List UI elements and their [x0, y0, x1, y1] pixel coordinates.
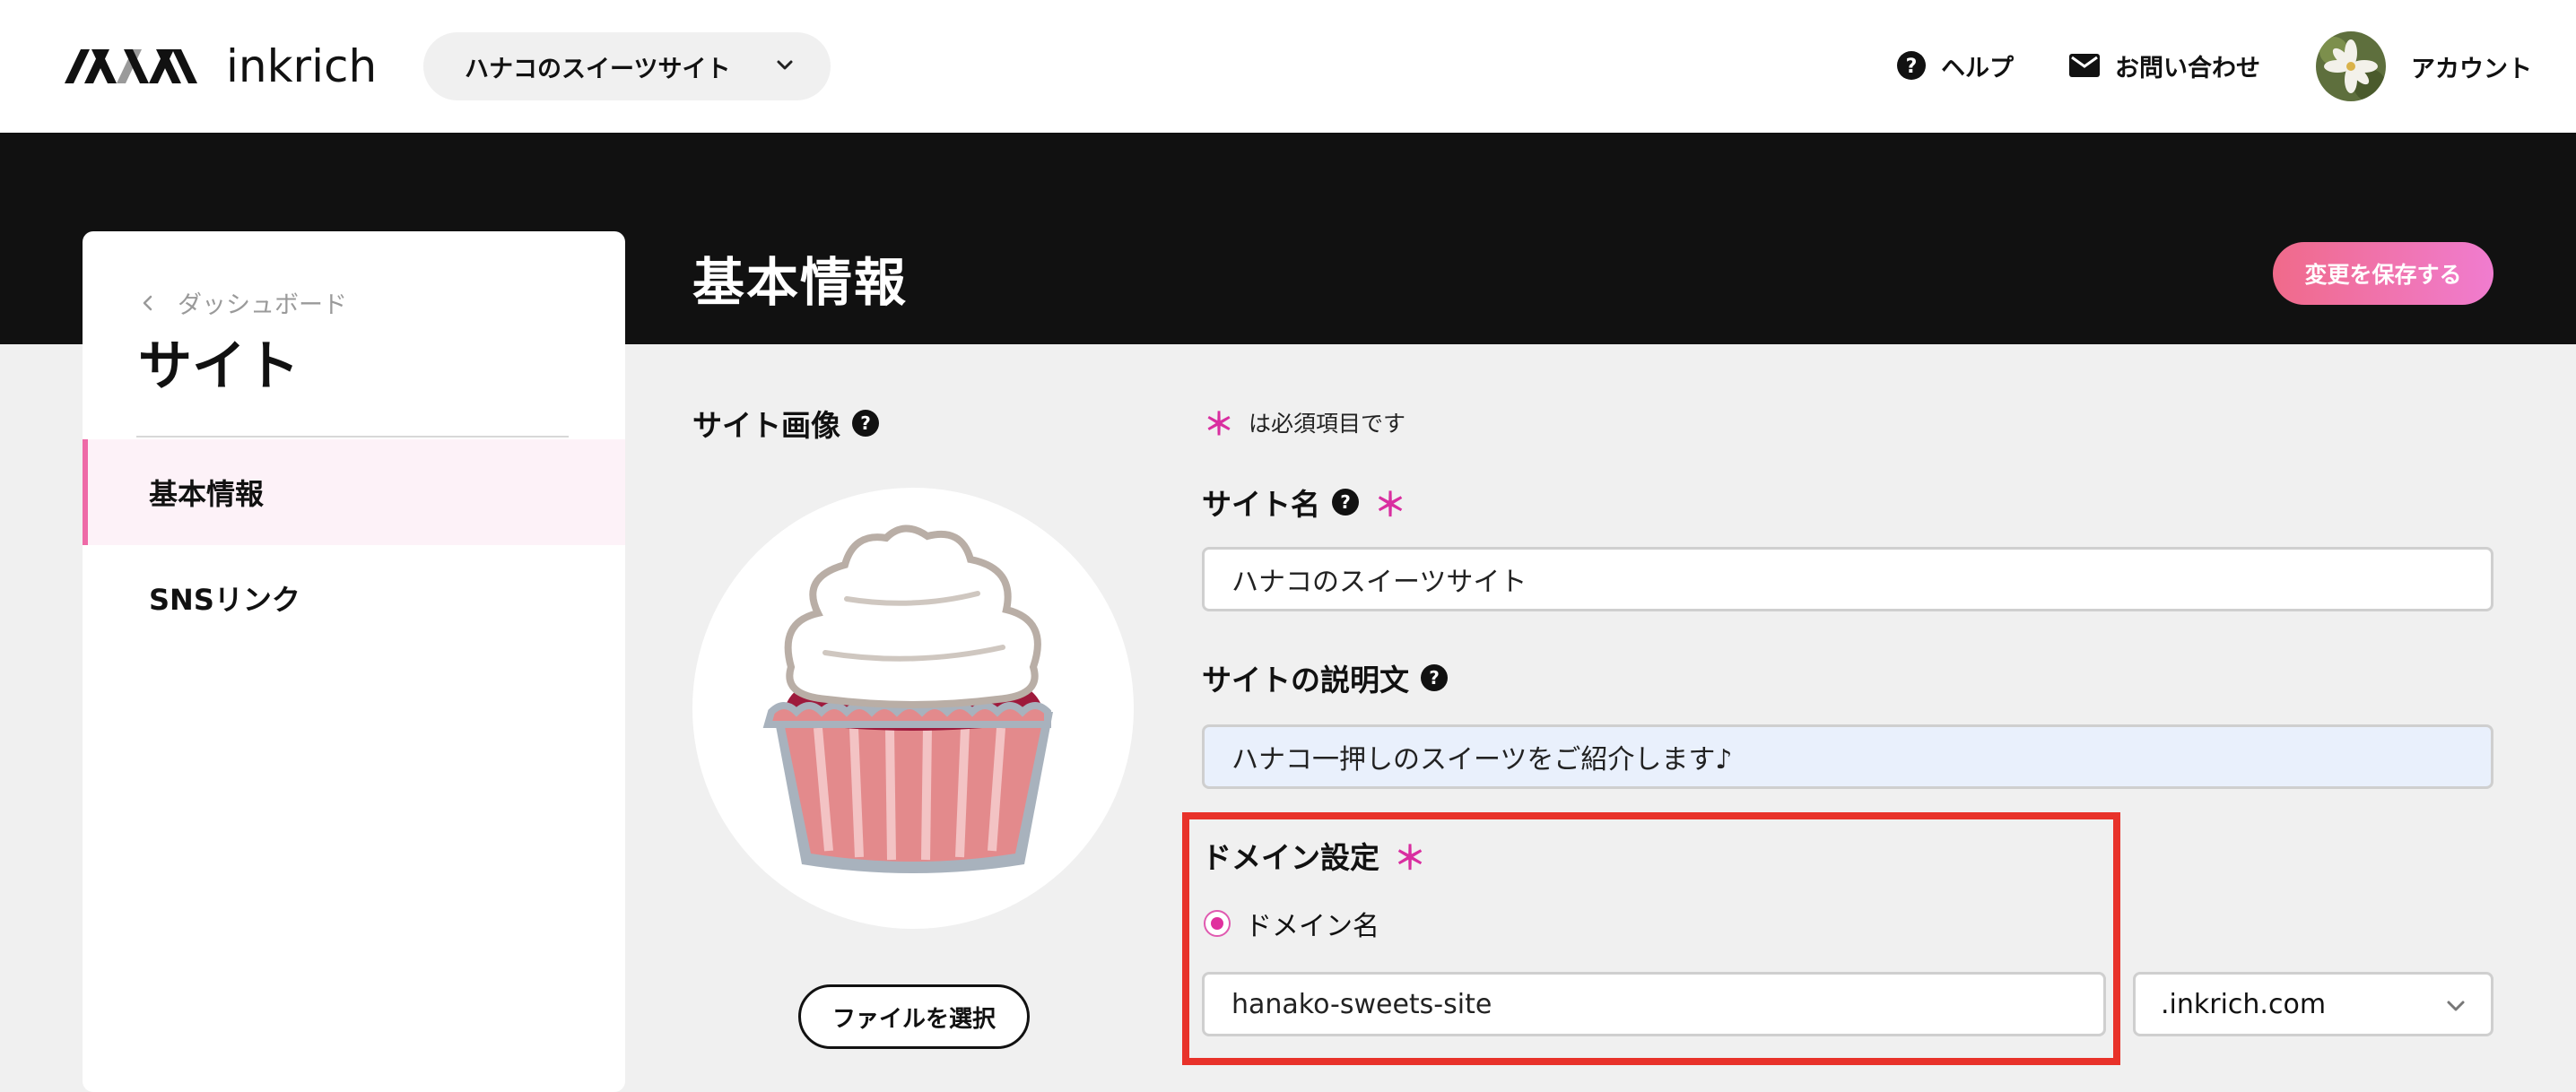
required-note: ＊ は必須項目です — [1204, 400, 1405, 444]
question-icon[interactable]: ? — [1420, 663, 1449, 692]
question-icon[interactable]: ? — [1331, 488, 1360, 516]
chevron-down-icon — [777, 60, 793, 70]
site-image-label: サイト画像 ? — [692, 402, 880, 445]
site-description-label: サイトの説明文 ? — [1202, 656, 1449, 699]
account-label: アカウント — [2411, 55, 2532, 83]
sidebar-divider — [136, 436, 569, 438]
brand-logo[interactable]: inkrich — [65, 40, 378, 92]
help-label: ヘルプ — [1941, 54, 2014, 82]
site-selector[interactable]: ハナコのスイーツサイト — [423, 32, 831, 100]
required-note-text: は必須項目です — [1249, 410, 1406, 437]
svg-text:?: ? — [1429, 667, 1440, 689]
logo-mark-icon — [65, 49, 197, 83]
svg-text:?: ? — [1906, 56, 1918, 78]
site-description-label-text: サイトの説明文 — [1202, 663, 1409, 698]
top-navigation: inkrich ハナコのスイーツサイト ? ヘルプ お問い合わせ アカウント — [0, 0, 2576, 133]
site-name-label-text: サイト名 — [1202, 487, 1320, 522]
sidebar-title: サイト — [138, 335, 300, 398]
domain-suffix-value: .inkrich.com — [2161, 988, 2327, 1020]
contact-link[interactable]: お問い合わせ — [2068, 45, 2260, 86]
breadcrumb[interactable]: ダッシュボード — [138, 285, 347, 320]
save-button[interactable]: 変更を保存する — [2273, 242, 2493, 305]
sidebar-item-sns-links[interactable]: SNSリンク — [83, 545, 625, 651]
page-title: 基本情報 — [692, 252, 909, 313]
domain-highlight-box — [1182, 812, 2120, 1065]
svg-text:?: ? — [1340, 491, 1351, 513]
required-mark: ＊ — [1374, 487, 1407, 524]
site-name-label: サイト名 ? ＊ — [1202, 479, 1406, 525]
site-selector-label: ハナコのスイーツサイト — [465, 55, 731, 83]
site-description-value: ハナコ一押しのスイーツをご紹介します♪ — [1231, 744, 1733, 776]
site-name-value: ハナコのスイーツサイト — [1231, 567, 1527, 598]
choose-file-button[interactable]: ファイルを選択 — [798, 984, 1030, 1049]
brand-name: inkrich — [226, 40, 378, 92]
svg-text:?: ? — [860, 412, 871, 434]
cupcake-image — [762, 524, 1053, 873]
question-icon[interactable]: ? — [851, 409, 880, 438]
help-link[interactable]: ? ヘルプ — [1896, 45, 2014, 86]
site-description-input[interactable]: ハナコ一押しのスイーツをご紹介します♪ — [1202, 724, 2493, 789]
account-menu[interactable]: アカウント — [2316, 30, 2532, 102]
mail-icon — [2069, 54, 2100, 77]
sidebar-item-label: 基本情報 — [149, 477, 265, 511]
chevron-down-icon — [2447, 1001, 2465, 1011]
sidebar-item-basic-info[interactable]: 基本情報 — [83, 439, 625, 545]
breadcrumb-label: ダッシュボード — [178, 291, 347, 319]
help-icon: ? — [1897, 51, 1926, 80]
required-mark: ＊ — [1204, 407, 1234, 443]
site-image-preview — [692, 488, 1134, 929]
contact-label: お問い合わせ — [2115, 54, 2260, 82]
avatar — [2316, 31, 2386, 101]
chevron-left-icon — [143, 295, 152, 310]
site-image-label-text: サイト画像 — [692, 408, 840, 443]
domain-suffix-select[interactable]: .inkrich.com — [2133, 972, 2493, 1036]
sidebar: ダッシュボード サイト 基本情報 SNSリンク — [83, 231, 625, 1092]
site-name-input[interactable]: ハナコのスイーツサイト — [1202, 547, 2493, 611]
sidebar-item-label: SNSリンク — [149, 583, 300, 617]
